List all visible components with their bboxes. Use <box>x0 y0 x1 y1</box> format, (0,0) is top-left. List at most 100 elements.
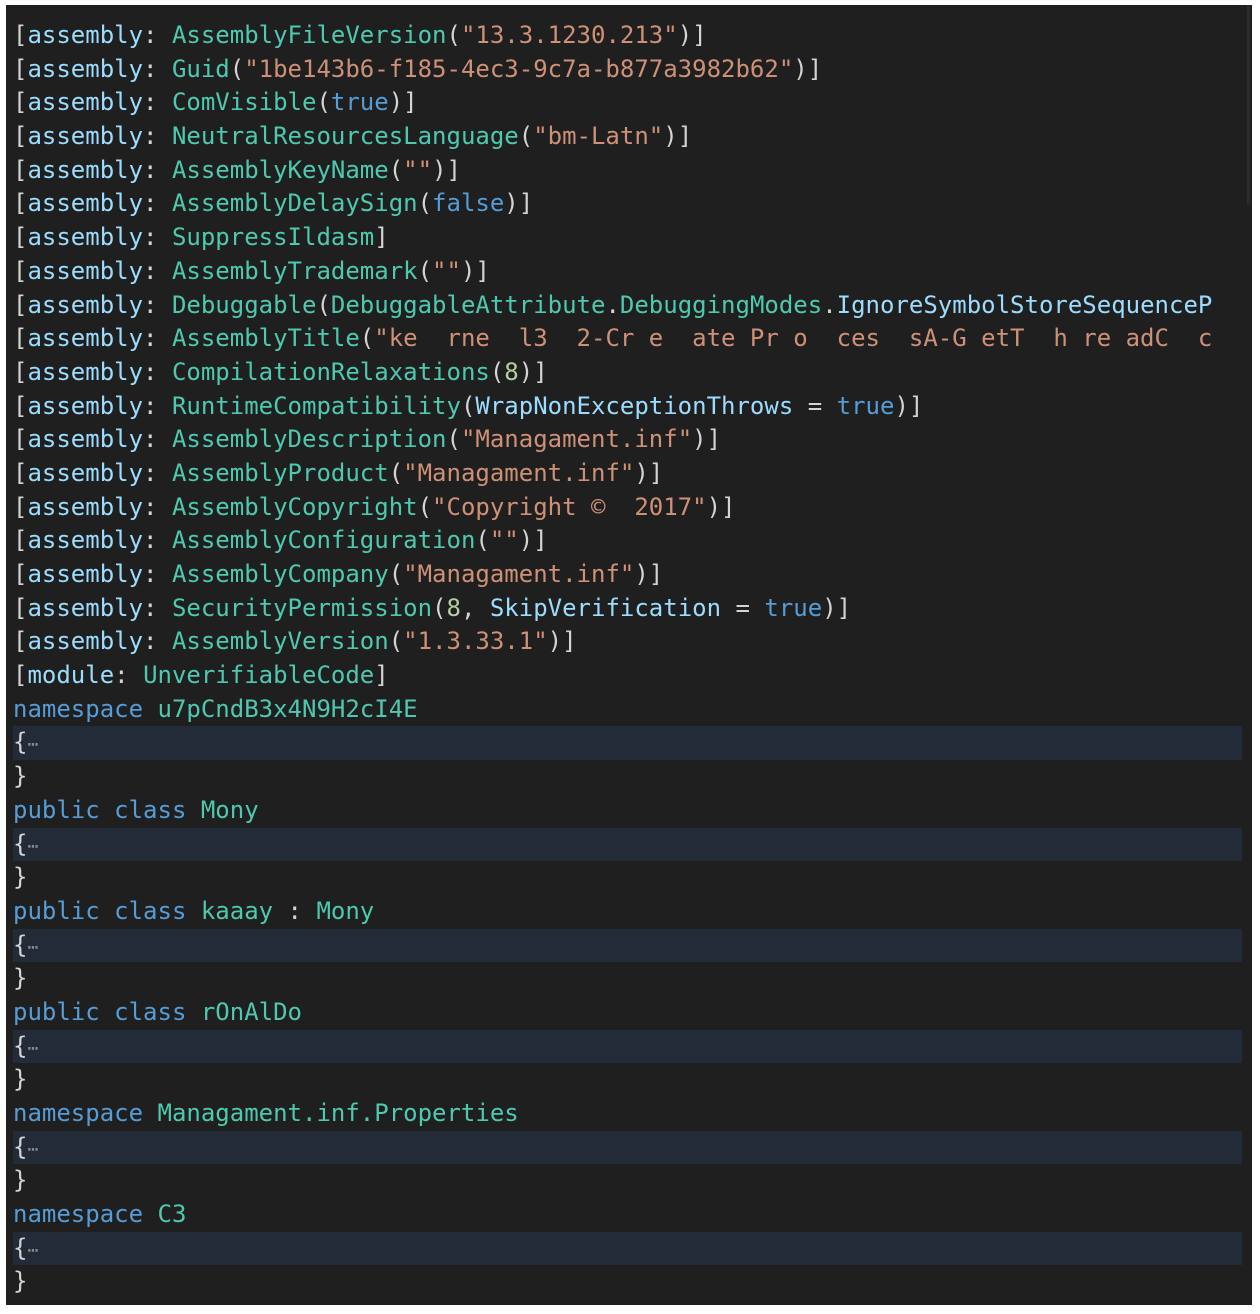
code-line-attribute[interactable]: [assembly: SuppressIldasm] <box>13 221 1242 255</box>
code-line-brace-close[interactable]: } <box>13 962 1242 996</box>
folded-region[interactable]: {⋯ <box>13 1231 1242 1266</box>
attribute-argument: = <box>721 593 765 622</box>
bracket-close: ] <box>836 593 852 622</box>
code-line-attribute[interactable]: [assembly: AssemblyFileVersion("13.3.123… <box>13 19 1242 53</box>
bracket-close: ] <box>374 223 389 252</box>
code-line-attribute[interactable]: [assembly: AssemblyCopyright("Copyright … <box>13 491 1242 525</box>
attribute-target: assembly <box>27 627 144 656</box>
code-editor[interactable]: [assembly: AssemblyFileVersion("13.3.123… <box>6 5 1252 1305</box>
fold-ellipsis-icon[interactable]: ⋯ <box>27 734 38 755</box>
fold-ellipsis-icon[interactable]: ⋯ <box>27 1038 38 1059</box>
bracket-open: [ <box>13 256 28 285</box>
paren-open: ( <box>432 593 447 622</box>
folded-region[interactable]: {⋯ <box>13 928 1242 963</box>
fold-ellipsis-icon[interactable]: ⋯ <box>27 1139 38 1160</box>
declaration-token: kaaay <box>200 896 274 925</box>
bracket-close: ] <box>908 391 924 420</box>
folded-region[interactable]: {⋯ <box>13 827 1242 862</box>
code-line-declaration[interactable]: public class Mony <box>13 794 1242 828</box>
bracket-open: [ <box>13 290 28 319</box>
paren-close: ) <box>692 425 707 454</box>
attribute-name: ComVisible <box>171 88 317 117</box>
code-line-attribute[interactable]: [assembly: AssemblyCompany("Managament.i… <box>13 558 1242 592</box>
paren-close: ) <box>518 357 534 386</box>
attribute-argument: WrapNonExceptionThrows <box>475 391 794 420</box>
attribute-target: assembly <box>27 560 144 588</box>
attribute-argument: "bm-Latn" <box>533 122 664 151</box>
brace-close: } <box>13 964 28 993</box>
fold-ellipsis-icon[interactable]: ⋯ <box>27 1240 38 1261</box>
paren-open: ( <box>388 155 404 184</box>
attribute-target: assembly <box>27 458 144 487</box>
code-line-brace-close[interactable]: } <box>13 861 1242 895</box>
colon: : <box>143 526 172 555</box>
code-line-brace-close[interactable]: } <box>13 1063 1242 1097</box>
paren-close: ) <box>894 391 909 420</box>
code-line-attribute[interactable]: [assembly: AssemblyDescription("Managame… <box>13 423 1242 457</box>
attribute-argument: true <box>764 593 823 622</box>
paren-open: ( <box>388 627 404 656</box>
brace-open: { <box>13 930 28 959</box>
code-line-attribute[interactable]: [assembly: ComVisible(true)] <box>13 86 1242 120</box>
paren-open: ( <box>417 256 433 285</box>
code-line-attribute[interactable]: [assembly: AssemblyProduct("Managament.i… <box>13 457 1242 491</box>
code-line-attribute[interactable]: [assembly: Guid("1be143b6-f185-4ec3-9c7a… <box>13 53 1242 87</box>
attribute-argument: "13.3.1230.213" <box>460 21 678 49</box>
scrollbar[interactable] <box>1247 5 1250 205</box>
attribute-name: AssemblyKeyName <box>171 155 389 184</box>
brace-open: { <box>13 728 28 757</box>
code-line-attribute[interactable]: [assembly: SecurityPermission(8, SkipVer… <box>13 592 1242 626</box>
colon: : <box>143 21 172 49</box>
attribute-target: assembly <box>27 425 144 454</box>
code-line-attribute[interactable]: [assembly: RuntimeCompatibility(WrapNonE… <box>13 390 1242 424</box>
code-line-brace-close[interactable]: } <box>13 1265 1242 1299</box>
attribute-name: AssemblyProduct <box>171 458 389 487</box>
code-line-attribute[interactable]: [assembly: AssemblyConfiguration("")] <box>13 524 1242 558</box>
code-line-attribute[interactable]: [assembly: NeutralResourcesLanguage("bm-… <box>13 120 1242 154</box>
declaration-token: Mony <box>316 896 375 925</box>
paren-open: ( <box>460 391 476 420</box>
code-line-attribute[interactable]: [module: UnverifiableCode] <box>13 659 1242 693</box>
code-line-declaration[interactable]: namespace C3 <box>13 1198 1242 1232</box>
code-line-attribute[interactable]: [assembly: CompilationRelaxations(8)] <box>13 356 1242 390</box>
attribute-argument: DebuggableAttribute <box>330 290 606 319</box>
bracket-open: [ <box>13 391 28 420</box>
attribute-name: NeutralResourcesLanguage <box>171 122 519 151</box>
code-line-attribute[interactable]: [assembly: AssemblyVersion("1.3.33.1")] <box>13 625 1242 659</box>
attribute-target: assembly <box>27 357 144 386</box>
paren-close: ) <box>518 526 534 555</box>
bracket-close: ] <box>706 425 722 454</box>
code-line-brace-close[interactable]: } <box>13 1164 1242 1198</box>
code-line-declaration[interactable]: namespace u7pCndB3x4N9H2cI4E <box>13 693 1242 727</box>
code-line-attribute[interactable]: [assembly: AssemblyDelaySign(false)] <box>13 187 1242 221</box>
paren-close: ) <box>432 155 447 184</box>
code-area[interactable]: [assembly: AssemblyFileVersion("13.3.123… <box>13 19 1242 1299</box>
code-line-declaration[interactable]: public class rOnAlDo <box>13 996 1242 1030</box>
paren-close: ) <box>504 189 519 218</box>
code-line-attribute[interactable]: [assembly: Debuggable(DebuggableAttribut… <box>13 289 1242 323</box>
folded-region[interactable]: {⋯ <box>13 1029 1242 1064</box>
paren-close: ) <box>634 458 649 487</box>
fold-ellipsis-icon[interactable]: ⋯ <box>27 937 38 958</box>
folded-region[interactable]: {⋯ <box>13 726 1242 761</box>
attribute-target: assembly <box>27 492 144 521</box>
attribute-target: assembly <box>27 256 144 285</box>
code-line-brace-close[interactable]: } <box>13 760 1242 794</box>
attribute-name: AssemblyTrademark <box>171 256 418 285</box>
bracket-open: [ <box>13 189 28 218</box>
folded-region[interactable]: {⋯ <box>13 1130 1242 1165</box>
paren-close: ) <box>706 492 722 521</box>
attribute-name: Guid <box>171 54 230 83</box>
attribute-argument: "Managament.inf" <box>403 560 635 588</box>
declaration-token: C3 <box>157 1200 187 1229</box>
fold-ellipsis-icon[interactable]: ⋯ <box>27 836 38 857</box>
code-line-declaration[interactable]: namespace Managament.inf.Properties <box>13 1097 1242 1131</box>
bracket-open: [ <box>13 526 28 555</box>
code-line-attribute[interactable]: [assembly: AssemblyTrademark("")] <box>13 255 1242 289</box>
code-line-declaration[interactable]: public class kaaay : Mony <box>13 895 1242 929</box>
code-line-attribute[interactable]: [assembly: AssemblyTitle("ke rne l3 2-Cr… <box>13 322 1242 356</box>
bracket-open: [ <box>13 661 28 690</box>
attribute-name: CompilationRelaxations <box>171 357 490 386</box>
declaration-token: public class <box>13 997 187 1026</box>
code-line-attribute[interactable]: [assembly: AssemblyKeyName("")] <box>13 154 1242 188</box>
